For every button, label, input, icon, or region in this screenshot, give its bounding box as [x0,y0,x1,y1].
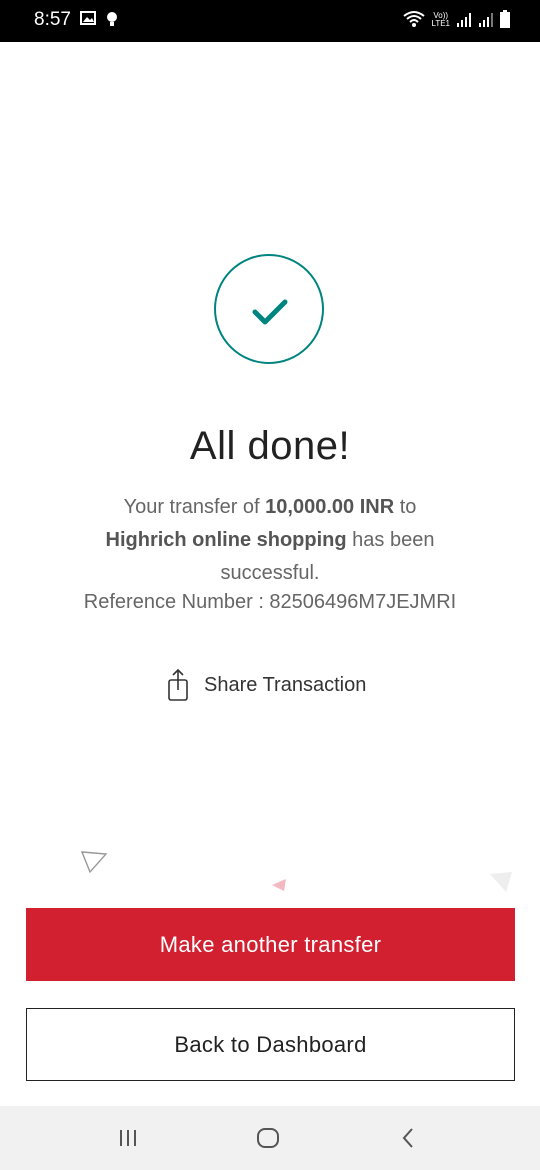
confetti-triangle-pink [272,879,286,891]
back-button[interactable] [388,1124,428,1152]
battery-icon [500,10,510,28]
status-bar: 8:57 Vo)) LTE1 [0,0,540,42]
recent-apps-button[interactable] [108,1124,148,1152]
notification-icons [80,11,118,27]
confetti-triangle-outline [80,851,108,874]
transfer-message: Your transfer of 10,000.00 INR to Highri… [60,491,480,590]
message-middle: to [394,496,417,518]
confetti-triangle-grey [490,872,512,892]
message-prefix: Your transfer of [123,496,266,518]
share-icon [168,668,188,701]
make-another-transfer-button[interactable]: Make another transfer [26,908,515,981]
transfer-amount: 10,000.00 INR [265,496,395,518]
status-time: 8:57 [34,9,71,30]
share-transaction-label: Share Transaction [204,673,367,696]
volte-indicator: Vo)) LTE1 [431,12,450,28]
payee-name: Highrich online shopping [105,529,347,551]
signal-icon-2 [479,13,493,27]
system-icons: Vo)) LTE1 [403,10,510,28]
lte-label: LTE1 [431,19,450,28]
signal-icon [457,13,471,27]
share-transaction-link[interactable]: Share Transaction [166,668,366,702]
home-button[interactable] [248,1124,288,1152]
back-icon [402,1128,413,1148]
success-checkmark-icon [214,254,324,364]
navigation-bar [0,1106,540,1170]
checkmark-icon [252,299,288,325]
page-title: All done! [189,424,351,468]
wifi-icon [403,11,426,27]
bulb-icon [107,12,117,26]
back-to-dashboard-button[interactable]: Back to Dashboard [26,1008,515,1081]
recent-apps-icon [120,1130,136,1146]
gallery-icon [80,11,96,25]
home-icon [257,1128,279,1148]
reference-number: Reference Number : 82506496M7JEJMRI [83,591,457,613]
